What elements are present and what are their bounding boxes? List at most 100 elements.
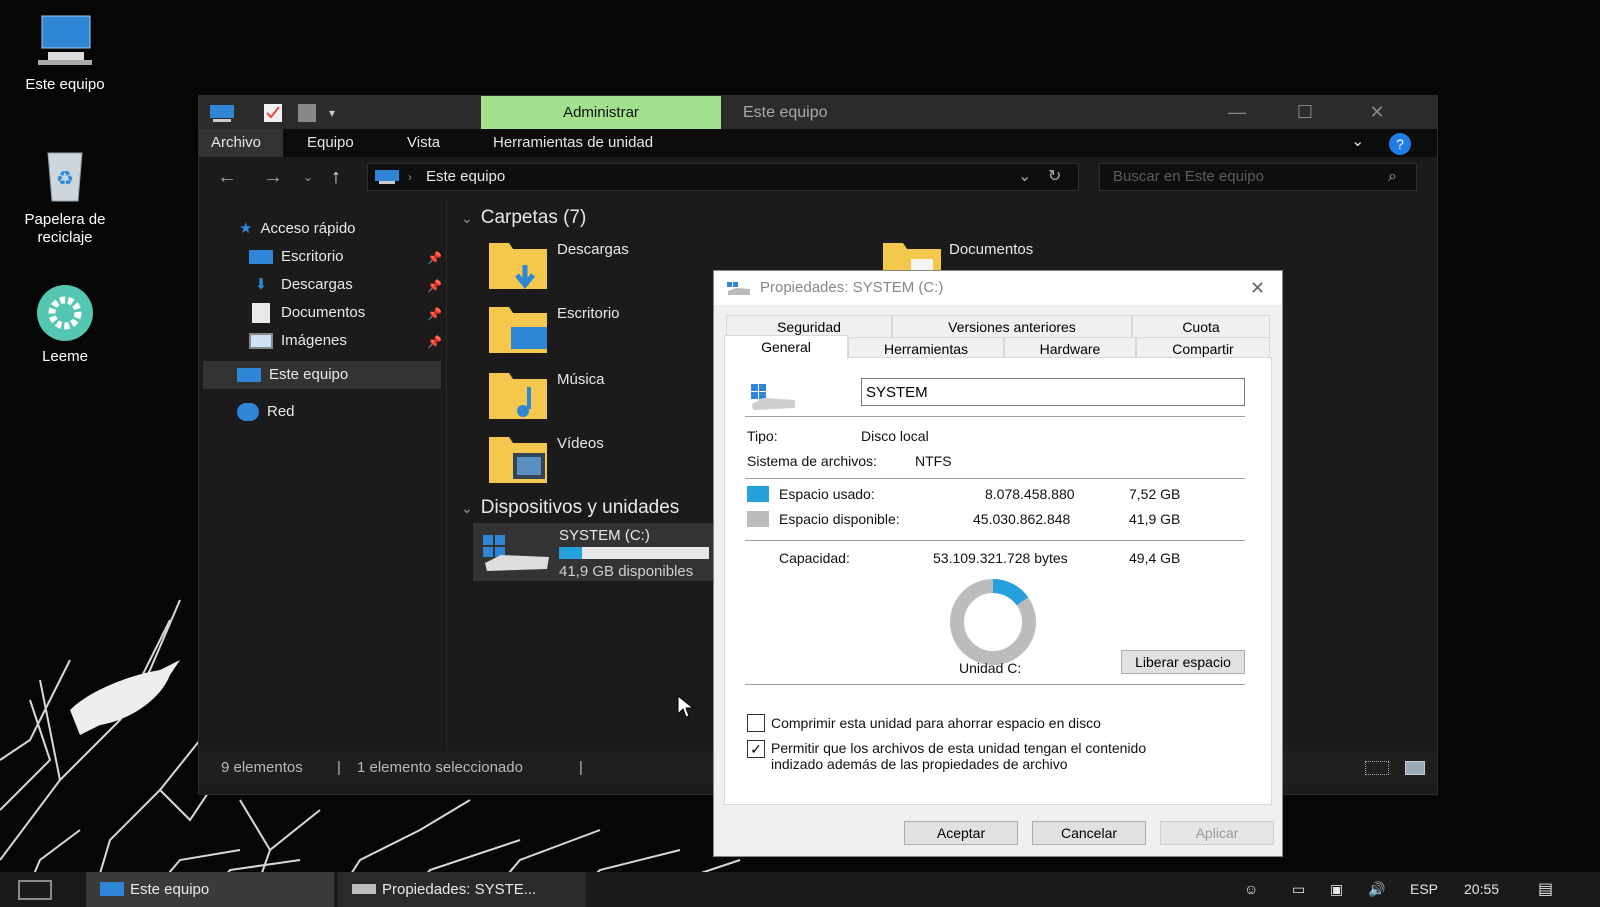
type-label: Tipo: [747,428,778,444]
customize-qa-chevron-icon[interactable]: ▾ [329,103,335,123]
tab-vista[interactable]: Vista [395,129,452,157]
search-input[interactable]: Buscar en Este equipo [1113,164,1264,190]
capacity-gb: 49,4 GB [1129,550,1181,566]
tab-equipo[interactable]: Equipo [295,129,366,157]
folder-item-descargas[interactable]: Descargas [557,241,629,258]
nav-item-label: Escritorio [281,248,344,265]
folder-item-musica[interactable]: Música [557,371,605,388]
group-header-dispositivos[interactable]: ⌄ Dispositivos y unidades [461,497,679,519]
cancel-button[interactable]: Cancelar [1032,821,1146,845]
properties-quick-icon[interactable] [263,103,283,123]
close-button[interactable]: ✕ [1347,96,1407,129]
compress-checkbox[interactable] [747,714,765,732]
nav-item-este-equipo[interactable]: Este equipo [237,361,348,389]
forward-arrow-icon[interactable]: → [263,167,283,187]
tab-cuota[interactable]: Cuota [1132,315,1270,337]
tab-herramientas[interactable]: Herramientas [848,337,1004,359]
ribbon-tabs: Archivo Equipo Vista Herramientas de uni… [199,129,1437,157]
language-indicator[interactable]: ESP [1410,872,1438,907]
apply-button[interactable]: Aplicar [1160,821,1274,845]
window-title: Este equipo [743,104,828,121]
desktop-icon-label: Este equipo [25,76,105,93]
expand-ribbon-chevron-icon[interactable]: ⌄ [1351,131,1364,151]
nav-item-imagenes[interactable]: Imágenes [249,327,347,355]
address-dropdown-icon[interactable]: ⌄ [1018,164,1031,190]
group-header-carpetas[interactable]: ⌄ Carpetas (7) [461,207,586,229]
notification-icon[interactable]: ▤ [1538,872,1553,907]
context-tab-administrar[interactable]: Administrar [481,96,721,129]
dialog-close-icon[interactable]: ✕ [1250,271,1265,305]
divider [745,416,1245,417]
desktop-icon-papelera[interactable]: ♻ Papelera de reciclaje [10,145,120,247]
status-selection: 1 elemento seleccionado [357,759,523,776]
chevron-down-icon: ⌄ [461,500,473,516]
dialog-title-bar: Propiedades: SYSTEM (C:) ✕ [714,271,1282,305]
desktop-icon-leeme[interactable]: Leeme [10,282,120,366]
nav-item-escritorio[interactable]: Escritorio [249,243,344,271]
nav-item-documentos[interactable]: Documentos [249,299,365,327]
pin-icon: 📌 [427,307,442,321]
taskbar-item-properties[interactable]: Propiedades: SYSTE... [338,872,586,907]
tab-compartir[interactable]: Compartir [1136,337,1270,359]
new-folder-quick-icon[interactable] [297,103,317,123]
network-icon[interactable]: ▣ [1330,872,1343,907]
task-view-icon[interactable] [18,880,52,900]
index-checkbox[interactable]: ✓ [747,740,765,758]
status-divider: | [337,759,341,776]
minimize-button[interactable]: ― [1207,96,1267,129]
people-icon[interactable]: ☺ [1244,872,1258,907]
nav-item-acceso-rapido[interactable]: ★ Acceso rápido [239,215,356,243]
volume-name-field[interactable] [861,378,1245,406]
address-bar[interactable]: › Este equipo ⌄ ↻ [367,163,1079,191]
gear-icon [30,282,100,344]
taskbar-item-explorer[interactable]: Este equipo [86,872,334,907]
group-title: Carpetas (7) [480,207,587,228]
divider [745,478,1245,479]
group-title: Dispositivos y unidades [480,497,680,518]
large-icons-view-icon[interactable] [1405,761,1425,775]
folder-item-videos[interactable]: Vídeos [557,435,604,452]
index-label-2[interactable]: indizado además de las propiedades de ar… [771,756,1068,772]
refresh-icon[interactable]: ↻ [1048,164,1061,190]
volume-icon[interactable]: 🔊 [1368,872,1385,907]
desktop-icon-este-equipo[interactable]: Este equipo [10,10,120,94]
general-tab-panel: Tipo: Disco local Sistema de archivos: N… [724,357,1272,805]
drive-item-system-c[interactable]: SYSTEM (C:) 41,9 GB disponibles [473,523,713,581]
details-view-icon[interactable] [1365,761,1389,775]
search-icon: ⌕ [1388,168,1397,185]
index-label[interactable]: Permitir que los archivos de esta unidad… [771,740,1146,756]
compress-label[interactable]: Comprimir esta unidad para ahorrar espac… [771,715,1101,731]
tab-hardware[interactable]: Hardware [1004,337,1136,359]
recycle-bin-icon: ♻ [30,145,100,207]
network-icon [237,403,259,422]
maximize-button[interactable]: ☐ [1275,96,1335,129]
drive-icon [727,282,750,295]
tab-general[interactable]: General [724,335,848,359]
search-box[interactable]: Buscar en Este equipo ⌕ [1099,163,1417,191]
tab-seguridad[interactable]: Seguridad [726,315,892,337]
ok-button[interactable]: Aceptar [904,821,1018,845]
up-arrow-icon[interactable]: ↑ [331,167,341,187]
drive-letter-label: Unidad C: [959,660,1022,676]
tab-herramientas-de-unidad[interactable]: Herramientas de unidad [481,129,665,157]
folder-item-escritorio[interactable]: Escritorio [557,305,620,322]
folder-item-documentos[interactable]: Documentos [949,241,1033,258]
tab-versiones-anteriores[interactable]: Versiones anteriores [892,315,1132,337]
tab-archivo[interactable]: Archivo [199,129,283,157]
svg-text:♻: ♻ [56,166,74,190]
drive-usage-bar [559,547,709,559]
pictures-icon [249,333,273,350]
battery-icon[interactable]: ▭ [1292,872,1305,907]
capacity-bytes: 53.109.321.728 bytes [933,550,1068,566]
back-arrow-icon[interactable]: ← [217,167,237,187]
nav-item-descargas[interactable]: ⬇ Descargas [249,271,353,299]
nav-item-red[interactable]: Red [237,398,295,426]
help-icon[interactable]: ? [1389,133,1411,155]
filesystem-value: NTFS [915,453,952,469]
navigation-pane: ★ Acceso rápido Escritorio 📌 ⬇ Descargas 📌… [199,199,447,759]
capacity-label: Capacidad: [779,550,850,566]
breadcrumb-chevron-icon: › [408,170,412,184]
recent-chevron-icon[interactable]: ⌄ [303,167,313,187]
free-space-button[interactable]: Liberar espacio [1121,650,1245,674]
clock[interactable]: 20:55 [1464,872,1499,907]
